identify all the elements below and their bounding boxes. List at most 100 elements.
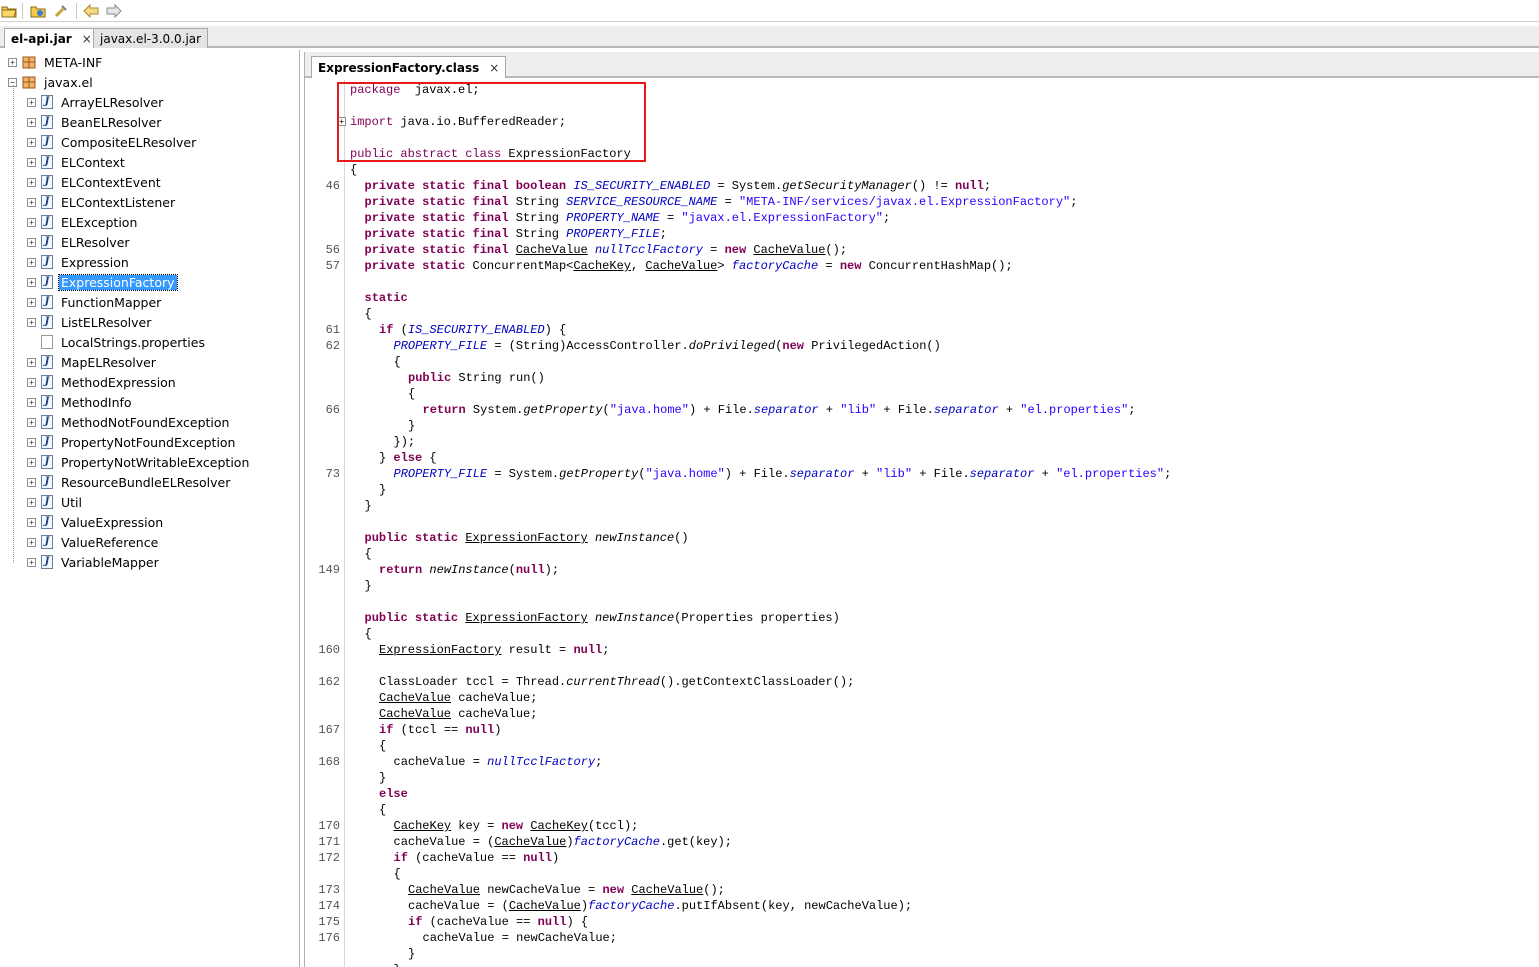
expand-icon[interactable]: + [27,277,36,287]
tree-item-valueexpression[interactable]: + J ValueExpression [27,513,165,531]
expand-icon[interactable]: + [27,437,36,447]
code-token: = [702,243,725,257]
tree-item-elcontext[interactable]: + J ELContext [27,153,127,171]
code-token: CacheValue [379,707,452,721]
code-token: factoryCache [731,259,819,273]
class-tree-panel: + META-INF − javax.el + J ArrayELResolver + J Bea… [0,50,300,967]
expand-icon[interactable]: + [27,217,36,227]
tree-node-label: LocalStrings.properties [61,334,205,350]
tab-javax-el-jar[interactable]: javax.el-3.0.0.jar [93,28,209,48]
fold-expand-icon[interactable]: + [337,117,346,126]
expand-icon[interactable]: + [27,137,36,147]
code-token: }); [393,435,416,449]
tree-item-variablemapper[interactable]: + J VariableMapper [27,553,161,571]
code-token: newInstance [594,531,675,545]
java-class-icon: J [41,395,53,409]
tools-icon[interactable] [52,2,70,20]
tree-item-listelresolver[interactable]: + J ListELResolver [27,313,153,331]
open-file-icon[interactable] [0,2,18,20]
code-line: ExpressionFactory result = null; [379,642,609,658]
expand-icon[interactable]: + [27,357,36,367]
expand-icon[interactable]: + [27,237,36,247]
expand-icon[interactable]: + [8,57,17,67]
tree-node-label: ArrayELResolver [61,94,164,110]
code-line: private static ConcurrentMap<CacheKey, C… [365,258,1013,274]
java-class-icon: J [41,515,53,529]
tree-node-label: javax.el [44,74,93,90]
expand-icon[interactable]: + [27,497,36,507]
close-tab-icon[interactable]: × [82,32,92,46]
expand-icon[interactable]: + [27,257,36,267]
tree-item-compositeelresolver[interactable]: + J CompositeELResolver [27,133,198,151]
code-token: newCacheValue = [480,883,603,897]
tree-item-functionmapper[interactable]: + J FunctionMapper [27,293,163,311]
tree-node-label: ExpressionFactory [58,273,178,291]
tab-expressionfactory-class[interactable]: ExpressionFactory.class × [311,56,507,78]
tree-item-elexception[interactable]: + J ELException [27,213,139,231]
expand-icon[interactable]: + [27,537,36,547]
expand-icon[interactable]: + [27,177,36,187]
expand-icon[interactable]: + [27,557,36,567]
tree-item-arrayelresolver[interactable]: + J ArrayELResolver [27,93,165,111]
code-token: } [379,771,387,785]
expand-icon[interactable]: + [27,517,36,527]
tree-item-elcontextlistener[interactable]: + J ELContextListener [27,193,177,211]
forward-arrow-icon[interactable] [105,2,123,20]
code-line: return newInstance(null); [379,562,559,578]
expand-icon[interactable]: + [27,197,36,207]
code-view[interactable]: 46 56 57 61 62 66 73 149 160 162 167 168 170 171 172 17… [305,80,1539,967]
tree-item-propertynotwritableexception[interactable]: + J PropertyNotWritableException [27,453,251,471]
expand-icon[interactable]: + [27,377,36,387]
code-token: IS_SECURITY_ENABLED [573,179,711,193]
code-token: ExpressionFactory [465,531,588,545]
expand-icon[interactable]: + [27,97,36,107]
code-token: return [379,563,423,577]
tree-item-localstrings-properties[interactable]: LocalStrings.properties [27,333,207,351]
code-token: ) { [566,915,589,929]
code-token: String [508,211,567,225]
tree-item-elresolver[interactable]: + J ELResolver [27,233,132,251]
tree-item-propertynotfoundexception[interactable]: + J PropertyNotFoundException [27,433,237,451]
tab-el-api-jar[interactable]: el-api.jar × [4,28,99,48]
expand-icon[interactable]: + [27,397,36,407]
tree-root-javax-el[interactable]: − javax.el [8,73,95,91]
code-line: } [394,962,401,967]
tree-item-util[interactable]: + J Util [27,493,84,511]
expand-icon[interactable]: + [27,417,36,427]
tree-item-beanelresolver[interactable]: + J BeanELResolver [27,113,163,131]
line-number: 176 [318,931,340,945]
java-class-icon: J [41,255,53,269]
code-token: cacheValue = newCacheValue; [422,931,617,945]
open-jar-icon[interactable] [29,2,47,20]
tree-item-valuereference[interactable]: + J ValueReference [27,533,160,551]
code-token: , [630,259,646,273]
code-line: } [365,498,372,514]
tree-root-meta-inf[interactable]: + META-INF [8,53,104,71]
code-line: if (cacheValue == null) { [408,914,588,930]
expand-icon[interactable]: + [27,317,36,327]
code-token: return [422,403,466,417]
tree-item-methodexpression[interactable]: + J MethodExpression [27,373,178,391]
tree-item-methodnotfoundexception[interactable]: + J MethodNotFoundException [27,413,231,431]
code-token: CacheKey [573,259,631,273]
tree-item-methodinfo[interactable]: + J MethodInfo [27,393,134,411]
code-token: ( [638,467,646,481]
close-tab-icon[interactable]: × [489,61,499,75]
code-line: package javax.el; [350,82,480,98]
expand-icon[interactable]: + [27,457,36,467]
code-token: package [350,83,401,97]
expand-icon[interactable]: + [27,157,36,167]
tree-item-expression[interactable]: + J Expression [27,253,131,271]
code-line: { [365,306,372,322]
tree-item-resourcebundleelresolver[interactable]: + J ResourceBundleELResolver [27,473,232,491]
tree-item-expressionfactory[interactable]: + J ExpressionFactory [27,273,178,291]
tree-node-label: ResourceBundleELResolver [61,474,231,490]
code-token: ) { [544,323,567,337]
expand-icon[interactable]: + [27,297,36,307]
expand-icon[interactable]: + [27,117,36,127]
tree-item-elcontextevent[interactable]: + J ELContextEvent [27,173,163,191]
tree-item-mapelresolver[interactable]: + J MapELResolver [27,353,158,371]
back-arrow-icon[interactable] [82,2,100,20]
expand-icon[interactable]: + [27,477,36,487]
